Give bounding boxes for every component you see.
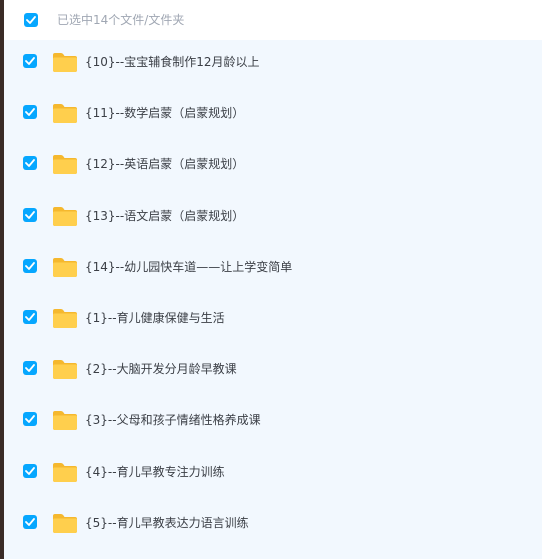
folder-icon <box>52 51 78 73</box>
folder-name[interactable]: {12}--英语启蒙（启蒙规划） <box>85 156 244 172</box>
list-item[interactable]: {11}--数学启蒙（启蒙规划） <box>4 91 542 142</box>
folder-icon <box>52 256 78 278</box>
folder-name[interactable]: {2}--大脑开发分月龄早教课 <box>85 361 237 377</box>
checkmark-icon <box>25 313 35 321</box>
checkmark-icon <box>25 364 35 373</box>
folder-icon <box>52 205 78 227</box>
checkmark-icon <box>25 466 35 475</box>
folder-name[interactable]: {10}--宝宝辅食制作12月龄以上 <box>85 54 259 70</box>
checkmark-icon <box>25 159 35 168</box>
folder-icon <box>52 153 78 175</box>
list-item[interactable]: {2}--大脑开发分月龄早教课 <box>4 347 542 398</box>
checkmark-icon <box>25 415 35 424</box>
folder-icon <box>52 461 78 483</box>
folder-name[interactable]: {14}--幼儿园快车道——让上学变简单 <box>85 259 292 275</box>
folder-icon <box>52 307 78 329</box>
folder-icon <box>52 358 78 380</box>
list-item[interactable]: {10}--宝宝辅食制作12月龄以上 <box>4 40 542 91</box>
selection-count-text: 已选中14个文件/文件夹 <box>57 13 185 27</box>
list-item[interactable]: {4}--育儿早教专注力训练 <box>4 450 542 501</box>
folder-name[interactable]: {5}--育儿早教表达力语言训练 <box>85 515 249 531</box>
item-checkbox[interactable] <box>23 361 37 376</box>
selection-header: 已选中14个文件/文件夹 <box>4 0 542 40</box>
folder-name[interactable]: {3}--父母和孩子情绪性格养成课 <box>85 412 261 428</box>
list-item[interactable]: {3}--父母和孩子情绪性格养成课 <box>4 398 542 449</box>
folder-icon <box>52 102 78 124</box>
checkmark-icon <box>25 517 35 526</box>
list-item[interactable]: {13}--语文启蒙（启蒙规划） <box>4 194 542 245</box>
folder-icon <box>52 512 78 534</box>
checkmark-icon <box>25 210 35 219</box>
list-item[interactable]: {5}--育儿早教表达力语言训练 <box>4 501 542 552</box>
folder-name[interactable]: {1}--育儿健康保健与生活 <box>85 310 225 326</box>
item-checkbox[interactable] <box>23 258 37 273</box>
folder-icon <box>52 409 78 431</box>
item-checkbox[interactable] <box>23 105 37 120</box>
checkmark-icon <box>25 261 35 270</box>
file-list-panel: 已选中14个文件/文件夹 {10}--宝宝辅食制作12月龄以上 {11}--数学… <box>0 0 542 559</box>
folder-name[interactable]: {13}--语文启蒙（启蒙规划） <box>85 208 244 224</box>
item-checkbox[interactable] <box>23 156 37 171</box>
item-checkbox[interactable] <box>23 514 37 529</box>
item-checkbox[interactable] <box>23 54 37 68</box>
list-item[interactable]: {14}--幼儿园快车道——让上学变简单 <box>4 245 542 296</box>
item-checkbox[interactable] <box>23 412 37 427</box>
folder-name[interactable]: {4}--育儿早教专注力训练 <box>85 464 225 480</box>
folder-name[interactable]: {11}--数学启蒙（启蒙规划） <box>85 105 244 121</box>
checkmark-icon <box>25 108 35 117</box>
file-list: {10}--宝宝辅食制作12月龄以上 {11}--数学启蒙（启蒙规划） {12}… <box>4 40 542 559</box>
item-checkbox[interactable] <box>23 207 37 222</box>
checkmark-icon <box>26 16 36 24</box>
list-item[interactable]: {12}--英语启蒙（启蒙规划） <box>4 142 542 193</box>
checkmark-icon <box>25 57 35 65</box>
list-item[interactable]: {1}--育儿健康保健与生活 <box>4 296 542 347</box>
item-checkbox[interactable] <box>23 310 37 324</box>
item-checkbox[interactable] <box>23 463 37 478</box>
select-all-checkbox[interactable] <box>24 13 38 27</box>
